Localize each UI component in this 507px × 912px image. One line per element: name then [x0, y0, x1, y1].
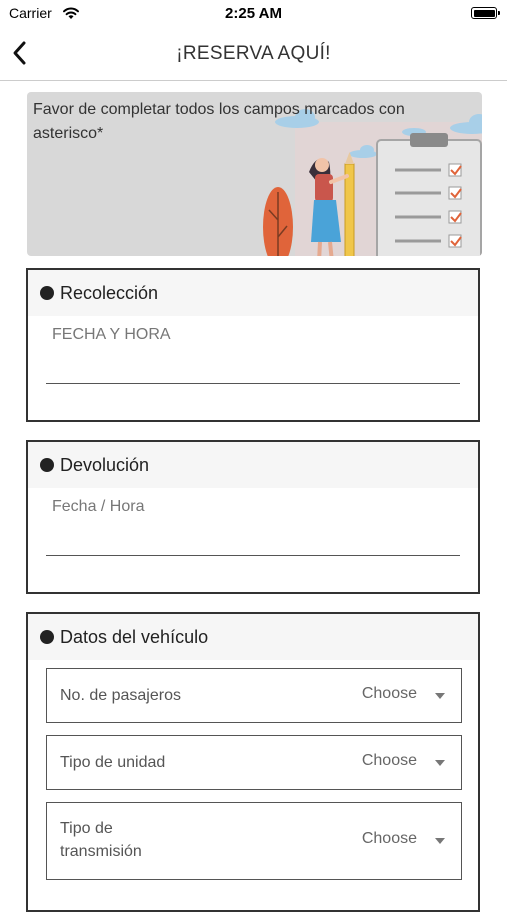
- bullet-dot-icon: [40, 630, 54, 644]
- bullet-dot-icon: [40, 286, 54, 300]
- return-datetime-input[interactable]: Fecha / Hora: [52, 498, 144, 516]
- vehicle-title: Datos del vehículo: [60, 626, 209, 647]
- unit-type-label: Tipo de unidad: [60, 754, 166, 771]
- passengers-value: Choose: [361, 685, 417, 702]
- transmission-value: Choose: [361, 830, 417, 847]
- caret-down-icon: [435, 693, 445, 699]
- pickup-datetime-input[interactable]: FECHA Y HORA: [52, 326, 171, 344]
- battery-icon: [471, 7, 500, 19]
- passengers-select[interactable]: No. de pasajeros Choose: [46, 668, 462, 723]
- page-title: ¡RESERVA AQUÍ!: [176, 43, 331, 64]
- caret-down-icon: [435, 838, 445, 844]
- return-card: Devolución Fecha / Hora: [26, 440, 480, 594]
- pickup-title: Recolección: [60, 282, 159, 303]
- caret-down-icon: [435, 760, 445, 766]
- pickup-card: Recolección FECHA Y HORA: [26, 268, 480, 422]
- transmission-select[interactable]: Tipo de transmisión Choose: [46, 802, 462, 880]
- clock-time: 2:25 AM: [225, 5, 282, 22]
- return-card-header: Devolución: [28, 442, 478, 488]
- pickup-input-underline: [46, 383, 460, 384]
- bullet-dot-icon: [40, 458, 54, 472]
- instructions-banner: Favor de completar todos los campos marc…: [27, 92, 482, 256]
- vehicle-card: Datos del vehículo No. de pasajeros Choo…: [26, 612, 480, 912]
- vehicle-card-header: Datos del vehículo: [28, 614, 478, 660]
- return-input-underline: [46, 555, 460, 556]
- transmission-label: Tipo de transmisión: [60, 820, 142, 860]
- navigation-bar: ¡RESERVA AQUÍ!: [0, 30, 507, 81]
- unit-type-value: Choose: [361, 752, 417, 769]
- return-title: Devolución: [60, 454, 150, 475]
- unit-type-select[interactable]: Tipo de unidad Choose: [46, 735, 462, 790]
- passengers-label: No. de pasajeros: [60, 687, 181, 704]
- pickup-card-header: Recolección: [28, 270, 478, 316]
- instructions-text: Favor de completar todos los campos marc…: [33, 101, 405, 142]
- status-bar: Carrier 2:25 AM: [0, 0, 507, 30]
